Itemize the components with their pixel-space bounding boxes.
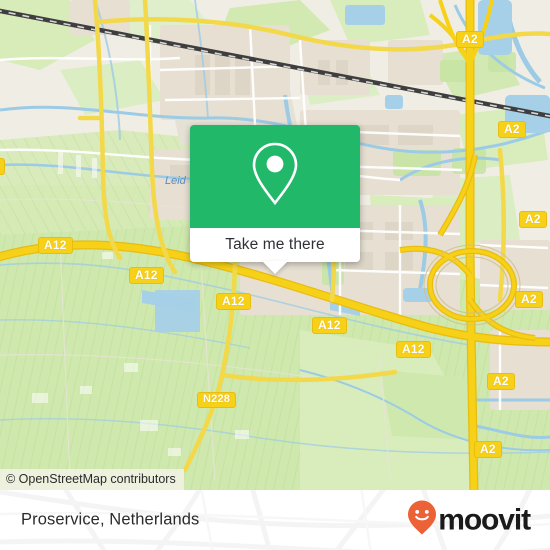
waterway-label: Leid (165, 175, 186, 187)
road-shield: A2 (456, 31, 484, 48)
footer-bar: Proservice, Netherlands moovit (0, 490, 550, 550)
road-shield: A12 (129, 267, 164, 284)
callout-icon-area (190, 125, 360, 228)
road-shield: 8 (0, 158, 5, 175)
road-shield: A12 (38, 237, 73, 254)
road-shield: A2 (487, 373, 515, 390)
osm-attribution[interactable]: © OpenStreetMap contributors (0, 469, 184, 490)
road-shield: A2 (474, 441, 502, 458)
road-shield: A12 (312, 317, 347, 334)
road-shield: A2 (519, 211, 547, 228)
road-shield: A12 (396, 341, 431, 358)
screenshot-root: 8 A12 A12 A12 A12 A12 N228 A2 A2 A2 A2 A… (0, 0, 550, 550)
place-name-label: Proservice, Netherlands (21, 510, 200, 529)
map-pin-icon (249, 140, 301, 213)
road-shield: A12 (216, 293, 251, 310)
moovit-pin-icon (407, 500, 437, 541)
road-shield: A2 (515, 291, 543, 308)
moovit-wordmark: moovit (438, 503, 531, 536)
moovit-logo[interactable]: moovit (407, 500, 531, 541)
take-me-there-button[interactable]: Take me there (225, 236, 325, 254)
location-callout-card[interactable]: Take me there (190, 125, 360, 274)
road-shield: N228 (197, 392, 237, 408)
callout-action-area[interactable]: Take me there (190, 228, 360, 274)
road-shield: A2 (498, 121, 526, 138)
callout-pointer-tail (262, 261, 288, 274)
